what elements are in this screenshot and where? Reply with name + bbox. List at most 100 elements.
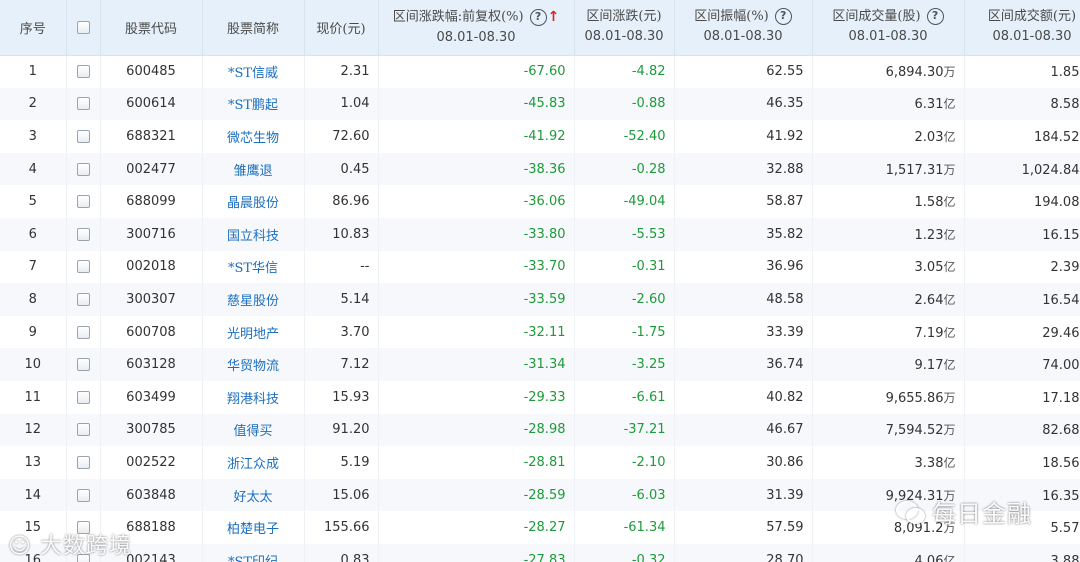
unit-label: 亿 [943,455,956,470]
select-all-checkbox[interactable] [76,20,90,34]
volume-cell: 4.06亿 [812,543,965,562]
price-cell: 91.20 [304,413,379,447]
volume-cell: 7.19亿 [812,315,965,349]
stock-code: 688188 [100,511,203,544]
stock-name-link[interactable]: *ST华信 [202,250,305,284]
stock-name-link[interactable]: 微芯生物 [202,120,305,153]
header-select-all[interactable] [66,0,101,56]
unit-label: 万 [943,390,956,405]
table-row[interactable]: 4 002477 雏鹰退 0.45 -38.36 -0.28 32.88 1,517.31万 1… [0,152,1080,186]
help-icon[interactable]: ? [926,8,944,26]
help-icon[interactable]: ? [774,8,792,26]
table-row[interactable]: 12 300785 值得买 91.20 -28.98 -37.21 46.67 7,594.5… [0,413,1080,447]
table-row[interactable]: 2 600614 *ST鹏起 1.04 -45.83 -0.88 46.35 6.31亿 8.5… [0,87,1080,121]
price-cell: -- [304,250,379,284]
row-select[interactable] [66,87,101,121]
table-row[interactable]: 5 688099 晶晨股份 86.96 -36.06 -49.04 58.87 1.58亿 19… [0,185,1080,218]
help-icon[interactable]: ? [529,8,547,26]
stock-name-link[interactable]: 雏鹰退 [202,152,305,186]
stock-name-link[interactable]: 好太太 [202,478,305,512]
row-select[interactable] [66,380,101,414]
table-row[interactable]: 13 002522 浙江众成 5.19 -28.81 -2.10 30.86 3.38亿 18.… [0,446,1080,479]
header-pct-change[interactable]: 区间涨跌幅:前复权(%)? ↑ 08.01-08.30 [378,0,575,56]
header-change[interactable]: 区间涨跌(元) 08.01-08.30 [574,0,675,56]
header-stock-code[interactable]: 股票代码 [100,0,203,56]
stock-name-link[interactable]: 慈星股份 [202,283,305,316]
amplitude-cell: 41.92 [674,120,813,153]
row-checkbox[interactable] [76,97,90,111]
stock-name-link[interactable]: *ST鹏起 [202,87,305,121]
row-checkbox[interactable] [76,423,90,437]
row-checkbox[interactable] [76,553,90,562]
unit-label: 万 [943,423,956,438]
change-cell: -3.25 [574,348,675,381]
price-cell: 15.06 [304,478,379,512]
row-checkbox[interactable] [76,358,90,372]
row-select[interactable] [66,217,101,251]
stock-name-link[interactable]: 浙江众成 [202,446,305,479]
table-row[interactable]: 15 688188 柏楚电子 155.66 -28.27 -61.34 57.59 8,091… [0,511,1080,544]
stock-name-link[interactable]: 晶晨股份 [202,185,305,218]
header-index[interactable]: 序号 [0,0,67,56]
table-row[interactable]: 16 002143*ST印纪0.83-27.83-0.3228.704.06亿3.… [0,543,1080,562]
amplitude-cell: 28.70 [674,543,813,562]
row-checkbox[interactable] [76,325,90,339]
pct-change-cell: -36.06 [378,185,575,218]
row-select[interactable] [66,315,101,349]
row-select[interactable] [66,348,101,381]
header-stock-name[interactable]: 股票简称 [202,0,305,56]
row-checkbox[interactable] [76,227,90,241]
row-index: 11 [0,380,67,414]
table-row[interactable]: 6 300716 国立科技 10.83 -33.80 -5.53 35.82 1.23亿 16.… [0,217,1080,251]
sort-ascending-icon[interactable]: ↑ [548,9,560,25]
table-row[interactable]: 3 688321 微芯生物 72.60 -41.92 -52.40 41.92 2.03亿 18… [0,120,1080,153]
row-checkbox[interactable] [76,292,90,306]
stock-name-link[interactable]: 柏楚电子 [202,511,305,544]
row-select[interactable] [66,185,101,218]
row-checkbox[interactable] [76,390,90,404]
stock-name-link[interactable]: 国立科技 [202,217,305,251]
row-checkbox[interactable] [76,129,90,143]
table-row[interactable]: 14 603848 好太太 15.06 -28.59 -6.03 31.39 9,924.31… [0,478,1080,512]
row-checkbox[interactable] [76,488,90,502]
table-row[interactable]: 11 603499 翔港科技 15.93 -29.33 -6.61 40.82 9,655.8… [0,380,1080,414]
row-select[interactable] [66,478,101,512]
table-row[interactable]: 7 002018*ST华信---33.70-0.3136.963.05亿2.39亿 [0,250,1080,284]
row-index: 9 [0,315,67,349]
header-amplitude[interactable]: 区间振幅(%)? 08.01-08.30 [674,0,813,56]
volume-cell: 9.17亿 [812,348,965,381]
turnover-cell: 184.52亿 [964,120,1080,153]
row-select[interactable] [66,120,101,153]
stock-name-link[interactable]: *ST信威 [202,55,305,88]
stock-name-link[interactable]: *ST印纪 [202,543,305,562]
table-row[interactable]: 8 300307 慈星股份 5.14 -33.59 -2.60 48.58 2.64亿 16.5… [0,283,1080,316]
pct-change-cell: -29.33 [378,380,575,414]
row-checkbox[interactable] [76,521,90,535]
row-select[interactable] [66,543,101,562]
row-checkbox[interactable] [76,65,90,79]
row-checkbox[interactable] [76,260,90,274]
row-select[interactable] [66,250,101,284]
row-select[interactable] [66,511,101,544]
stock-code: 600708 [100,315,203,349]
header-volume[interactable]: 区间成交量(股)? 08.01-08.30 [812,0,965,56]
change-cell: -2.60 [574,283,675,316]
table-row[interactable]: 1 600485 *ST信威 2.31 -67.60 -4.82 62.55 6,894.30… [0,55,1080,88]
stock-name-link[interactable]: 华贸物流 [202,348,305,381]
stock-name-link[interactable]: 翔港科技 [202,380,305,414]
row-select[interactable] [66,283,101,316]
stock-name-link[interactable]: 值得买 [202,413,305,447]
table-row[interactable]: 10 603128 华贸物流 7.12 -31.34 -3.25 36.74 9.17亿 74.… [0,348,1080,381]
row-select[interactable] [66,446,101,479]
table-row[interactable]: 9 600708 光明地产 3.70 -32.11 -1.75 33.39 7.19亿 29.4… [0,315,1080,349]
row-checkbox[interactable] [76,162,90,176]
header-turnover[interactable]: 区间成交额(元) 08.01-08.30 [964,0,1080,56]
row-checkbox[interactable] [76,455,90,469]
row-select[interactable] [66,413,101,447]
stock-name-link[interactable]: 光明地产 [202,315,305,349]
turnover-cell: 29.46亿 [964,315,1080,349]
row-select[interactable] [66,55,101,88]
row-checkbox[interactable] [76,195,90,209]
header-price[interactable]: 现价(元) [304,0,379,56]
row-select[interactable] [66,152,101,186]
